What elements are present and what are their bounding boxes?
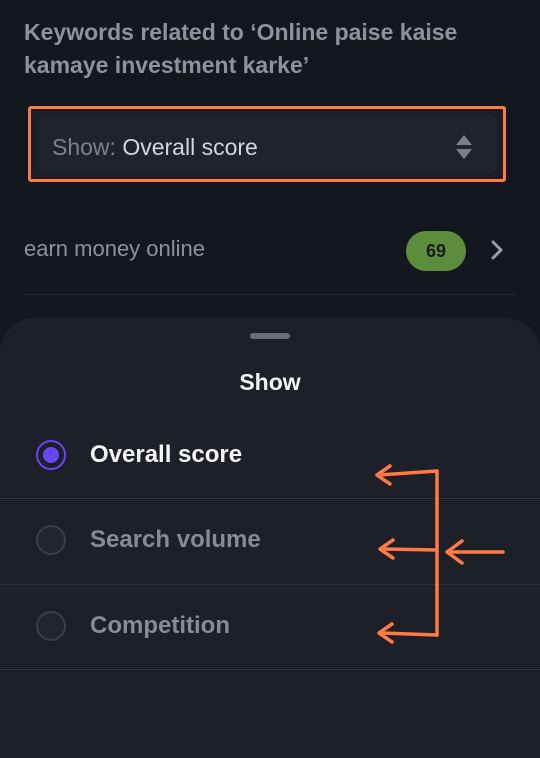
row-divider <box>24 294 516 295</box>
score-badge: 69 <box>406 231 466 271</box>
sort-updown-icon <box>456 135 472 159</box>
radio-unselected[interactable] <box>36 611 66 641</box>
option-divider <box>0 669 540 670</box>
page-heading: Keywords related to ‘Online paise kaise … <box>24 19 458 78</box>
option-search-volume[interactable]: Search volume <box>0 498 540 583</box>
chevron-right-icon <box>491 240 503 260</box>
show-bottom-sheet: Show Overall score Search volume Competi… <box>0 318 540 758</box>
option-overall-score[interactable]: Overall score <box>0 413 540 498</box>
show-select-text: Show: Overall score <box>52 134 258 161</box>
radio-unselected[interactable] <box>36 525 66 555</box>
sheet-drag-handle[interactable] <box>250 333 290 339</box>
option-label: Competition <box>90 612 230 639</box>
keyword-text: earn money online <box>24 236 206 261</box>
option-label: Search volume <box>90 526 261 553</box>
radio-selected[interactable] <box>36 440 66 470</box>
keyword-row[interactable]: earn money online 69 <box>24 222 508 278</box>
show-select-value: Overall score <box>122 134 258 160</box>
sheet-title: Show <box>239 369 301 395</box>
option-competition[interactable]: Competition <box>0 584 540 669</box>
show-select[interactable]: Show: Overall score <box>28 106 506 182</box>
option-label: Overall score <box>90 441 243 468</box>
show-select-prefix: Show: <box>52 134 116 160</box>
show-select-field[interactable]: Show: Overall score <box>37 115 497 173</box>
